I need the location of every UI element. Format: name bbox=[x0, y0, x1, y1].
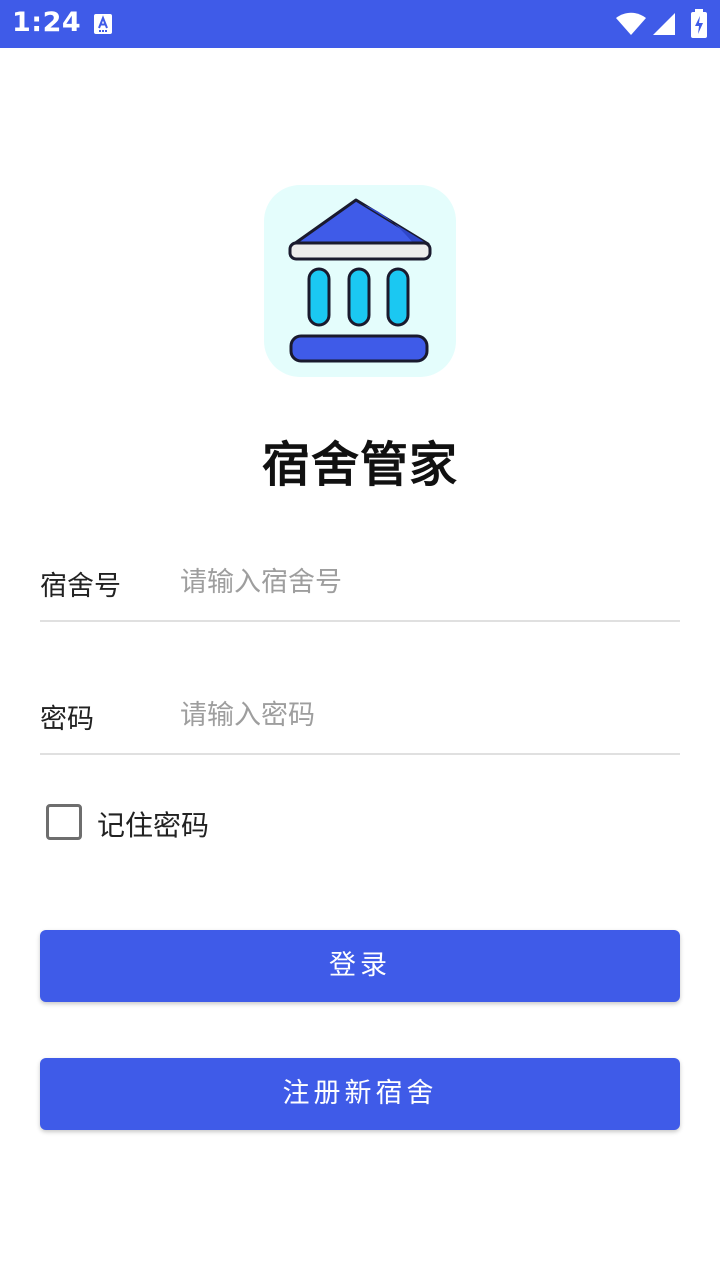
dorm-number-input[interactable] bbox=[180, 552, 670, 612]
app-title: 宿舍管家 bbox=[261, 437, 458, 493]
password-field-row: 密码 bbox=[40, 675, 680, 755]
remember-password-label[interactable]: 记住密码 bbox=[97, 804, 209, 844]
battery-charging-icon bbox=[690, 9, 708, 39]
login-button[interactable]: 登录 bbox=[40, 930, 680, 1002]
password-input[interactable] bbox=[180, 685, 670, 745]
dorm-number-field-row: 宿舍号 bbox=[40, 542, 680, 622]
remember-password-row[interactable]: 记住密码 bbox=[46, 802, 346, 844]
cell-signal-icon bbox=[652, 12, 676, 36]
wifi-icon bbox=[615, 12, 647, 36]
building-pillars-icon bbox=[288, 198, 432, 363]
app-logo bbox=[264, 185, 456, 377]
register-button[interactable]: 注册新宿舍 bbox=[40, 1058, 680, 1130]
password-label: 密码 bbox=[40, 704, 94, 735]
notification-a-icon bbox=[93, 13, 113, 35]
dorm-number-label: 宿舍号 bbox=[40, 571, 121, 602]
status-bar: 1:24 bbox=[0, 0, 720, 48]
status-time: 1:24 bbox=[12, 7, 82, 38]
remember-password-checkbox[interactable] bbox=[46, 804, 82, 840]
